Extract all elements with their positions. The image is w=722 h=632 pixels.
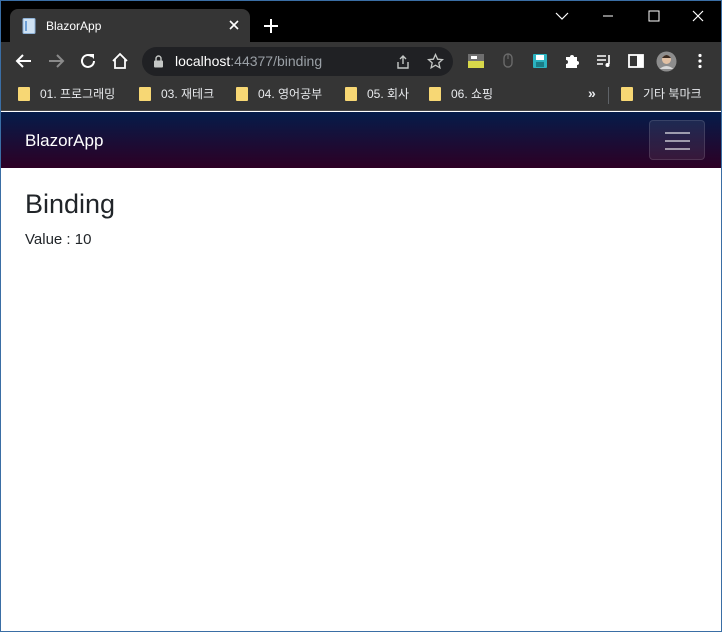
browser-tab[interactable]: BlazorApp [10,9,250,42]
puzzle-extensions-icon[interactable] [563,52,581,70]
bookmark-folder-finance[interactable]: 03. 재테크 [139,86,214,104]
kebab-menu-icon[interactable] [691,52,709,70]
bookmarks-overflow-button[interactable]: » [588,85,596,103]
reload-icon[interactable] [79,52,97,70]
value-display: Value : 10 [25,231,91,249]
page-title: Binding [25,189,116,219]
extension-image-icon[interactable] [467,52,485,70]
maximize-icon[interactable] [631,1,677,31]
browser-window: BlazorApp localhost:44377/binding 01. 프로… [0,0,722,632]
tab-search-icon[interactable] [539,1,585,31]
new-tab-icon[interactable] [262,17,280,35]
bookmark-folder-programming[interactable]: 01. 프로그래밍 [18,86,115,104]
folder-icon [139,87,151,101]
hamburger-icon [665,132,690,134]
folder-icon [236,87,248,101]
share-icon[interactable] [395,54,411,70]
back-arrow-icon[interactable] [15,52,33,70]
bookmark-folder-company[interactable]: 05. 회사 [345,86,409,104]
bookmark-folder-english[interactable]: 04. 영어공부 [236,86,322,104]
app-brand-link[interactable]: BlazorApp [25,131,103,151]
bookmark-folder-shopping[interactable]: 06. 쇼핑 [429,86,493,104]
value-label: Value : [25,231,75,248]
forward-arrow-icon[interactable] [47,52,65,70]
close-icon[interactable] [226,17,242,33]
bookmarks-divider [608,87,609,104]
folder-icon [621,87,633,101]
bookmarks-bar: 01. 프로그래밍 03. 재테크 04. 영어공부 05. 회사 06. 쇼핑… [1,80,721,111]
home-icon[interactable] [111,52,129,70]
save-extension-icon[interactable] [531,52,549,70]
title-bar: BlazorApp [1,1,721,42]
main-content: Binding Value : 10 [1,168,721,631]
app-navbar: BlazorApp [1,112,721,168]
nav-toggle-button[interactable] [649,120,705,160]
media-control-icon[interactable] [595,52,613,70]
mouse-extension-icon[interactable] [499,52,517,70]
value-number: 10 [74,231,92,248]
address-bar[interactable]: localhost:44377/binding [142,47,453,76]
lock-icon [154,55,163,68]
browser-toolbar: localhost:44377/binding [1,42,721,80]
tab-title: BlazorApp [46,19,102,33]
url-text: localhost:44377/binding [175,53,323,69]
window-close-icon[interactable] [675,1,721,31]
bookmark-folder-other[interactable]: 기타 북마크 [621,86,702,104]
folder-icon [18,87,30,101]
document-icon [22,18,36,34]
bookmark-star-icon[interactable] [427,53,444,70]
folder-icon [429,87,441,101]
minimize-icon[interactable] [585,1,631,31]
profile-avatar[interactable] [656,51,677,72]
folder-icon [345,87,357,101]
side-panel-icon[interactable] [627,52,645,70]
